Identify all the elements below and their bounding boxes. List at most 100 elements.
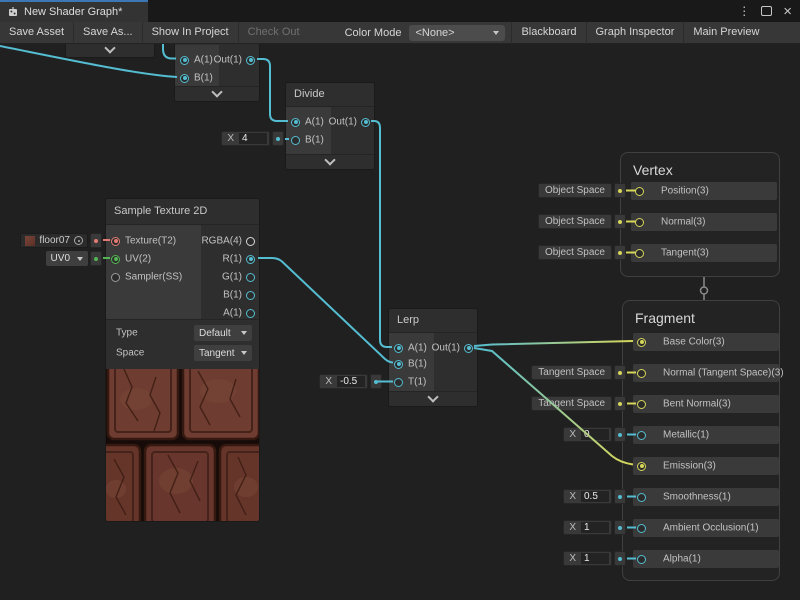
input-port-b[interactable] — [180, 74, 189, 83]
space-label-box[interactable]: Tangent Space — [531, 396, 612, 411]
field-value[interactable]: -0.5 — [337, 376, 365, 387]
uv-channel-dropdown[interactable]: UV0 — [46, 251, 88, 266]
input-port-b[interactable] — [291, 136, 300, 145]
value-field[interactable]: X 4 — [221, 131, 270, 146]
value-field[interactable]: X -0.5 — [319, 374, 368, 389]
port-row-b: B(1) — [175, 69, 259, 87]
fragment-row-alpha[interactable]: Alpha(1) — [633, 550, 779, 568]
input-port-normal[interactable] — [635, 218, 644, 227]
input-port-position[interactable] — [635, 187, 644, 196]
vertex-row-normal[interactable]: Normal(3) — [631, 213, 777, 231]
type-label: Type — [116, 328, 138, 339]
lerp-node[interactable]: Lerp A(1) Out(1) B(1) T(1) — [388, 308, 478, 407]
fragment-context-block[interactable]: Fragment Base Color(3) Normal (Tangent S… — [622, 300, 780, 581]
texture-default-field: floor07 — [20, 233, 102, 248]
fragment-row-smoothness[interactable]: Smoothness(1) — [633, 488, 779, 506]
fragment-row-emission[interactable]: Emission(3) — [633, 457, 779, 475]
type-dropdown[interactable]: Default — [194, 325, 252, 341]
color-mode-dropdown[interactable]: <None> — [409, 25, 505, 41]
vertex-row-position[interactable]: Position(3) — [631, 182, 777, 200]
fragment-row-bent-normal[interactable]: Bent Normal(3) — [633, 395, 779, 413]
window-menu-icon[interactable]: ⋮ — [738, 5, 750, 17]
node-title[interactable]: Sample Texture 2D — [106, 199, 259, 225]
node-title[interactable]: Divide — [286, 83, 374, 107]
output-port[interactable] — [464, 344, 473, 353]
output-port[interactable] — [361, 118, 370, 127]
tab-new-shader-graph[interactable]: New Shader Graph* — [0, 0, 148, 22]
position-space-field: Object Space — [538, 183, 626, 198]
input-port-texture[interactable] — [111, 237, 120, 246]
ambient-occlusion-default-field: X 1 — [563, 520, 626, 535]
input-port-alpha[interactable] — [637, 555, 646, 564]
maximize-icon[interactable] — [761, 6, 772, 16]
output-port-a[interactable] — [246, 309, 255, 318]
input-port-normal-ts[interactable] — [637, 369, 646, 378]
divide-node[interactable]: Divide A(1) Out(1) B(1) — [285, 82, 375, 170]
fragment-row-normal[interactable]: Normal (Tangent Space)(3) — [633, 364, 779, 382]
show-in-project-button[interactable]: Show In Project — [143, 22, 239, 44]
input-port-sampler[interactable] — [111, 273, 120, 282]
space-label-box[interactable]: Object Space — [538, 245, 612, 260]
sample-texture-2d-node[interactable]: Sample Texture 2D Texture(T2) RGBA(4) UV… — [105, 198, 260, 522]
node-collapse-footer[interactable] — [175, 86, 259, 101]
save-asset-button[interactable]: Save Asset — [0, 22, 74, 44]
fragment-row-ambient-occlusion[interactable]: Ambient Occlusion(1) — [633, 519, 779, 537]
chevron-down-icon — [211, 86, 222, 97]
node-title[interactable]: Lerp — [389, 309, 477, 333]
port-label: A(1) — [223, 308, 242, 319]
value-field[interactable]: X 0 — [563, 427, 612, 442]
space-label-box[interactable]: Object Space — [538, 214, 612, 229]
graph-inspector-toggle-button[interactable]: Graph Inspector — [586, 22, 684, 44]
normal-space-field: Object Space — [538, 214, 626, 229]
input-port-smoothness[interactable] — [637, 493, 646, 502]
fragment-row-base-color[interactable]: Base Color(3) — [633, 333, 779, 351]
output-port-rgba[interactable] — [246, 237, 255, 246]
input-port-a[interactable] — [180, 56, 189, 65]
output-port-g[interactable] — [246, 273, 255, 282]
port-row-b-out: B(1) — [106, 286, 259, 304]
input-port-tangent[interactable] — [635, 249, 644, 258]
field-connector — [370, 374, 382, 389]
texture-object-field[interactable]: floor07 — [20, 233, 88, 248]
value-field[interactable]: X 1 — [563, 551, 612, 566]
field-value[interactable]: 4 — [239, 133, 267, 144]
input-port-b[interactable] — [394, 360, 403, 369]
type-value: Default — [199, 328, 231, 339]
chevron-down-icon — [427, 391, 438, 402]
port-row-sampler: Sampler(SS) G(1) — [106, 268, 259, 286]
vertex-row-tangent[interactable]: Tangent(3) — [631, 244, 777, 262]
offscreen-node-partial[interactable] — [65, 44, 155, 58]
object-picker-icon[interactable] — [74, 236, 83, 245]
main-preview-toggle-button[interactable]: Main Preview — [683, 22, 768, 44]
value-field[interactable]: X 1 — [563, 520, 612, 535]
node-collapse-footer[interactable] — [389, 391, 477, 406]
space-label-box[interactable]: Tangent Space — [531, 365, 612, 380]
add-node[interactable]: A(1) Out(1) B(1) — [174, 44, 260, 102]
input-port-t[interactable] — [394, 378, 403, 387]
close-icon[interactable]: × — [783, 4, 792, 19]
chevron-down-icon — [104, 44, 115, 54]
input-port-ambient-occlusion[interactable] — [637, 524, 646, 533]
fragment-row-metallic[interactable]: Metallic(1) — [633, 426, 779, 444]
input-port-metallic[interactable] — [637, 431, 646, 440]
save-as-button[interactable]: Save As... — [74, 22, 143, 44]
node-collapse-footer[interactable] — [66, 44, 154, 57]
output-port[interactable] — [246, 56, 255, 65]
value-field[interactable]: X 0.5 — [563, 489, 612, 504]
port-label: T(1) — [408, 377, 426, 388]
input-port-base-color[interactable] — [637, 338, 646, 347]
space-label-box[interactable]: Object Space — [538, 183, 612, 198]
output-port-b[interactable] — [246, 291, 255, 300]
node-collapse-footer[interactable] — [286, 154, 374, 169]
input-port-a[interactable] — [291, 118, 300, 127]
space-dropdown[interactable]: Tangent — [194, 345, 252, 361]
port-label: Bent Normal(3) — [663, 399, 731, 410]
input-port-emission[interactable] — [637, 462, 646, 471]
input-port-bent-normal[interactable] — [637, 400, 646, 409]
graph-canvas[interactable]: A(1) Out(1) B(1) Divide A(1) Out(1) B — [0, 44, 800, 600]
vertex-context-block[interactable]: Vertex Position(3) Normal(3) Tangent(3) — [620, 152, 780, 277]
input-port-uv[interactable] — [111, 255, 120, 264]
blackboard-toggle-button[interactable]: Blackboard — [511, 22, 585, 44]
output-port-r[interactable] — [246, 255, 255, 264]
input-port-a[interactable] — [394, 344, 403, 353]
